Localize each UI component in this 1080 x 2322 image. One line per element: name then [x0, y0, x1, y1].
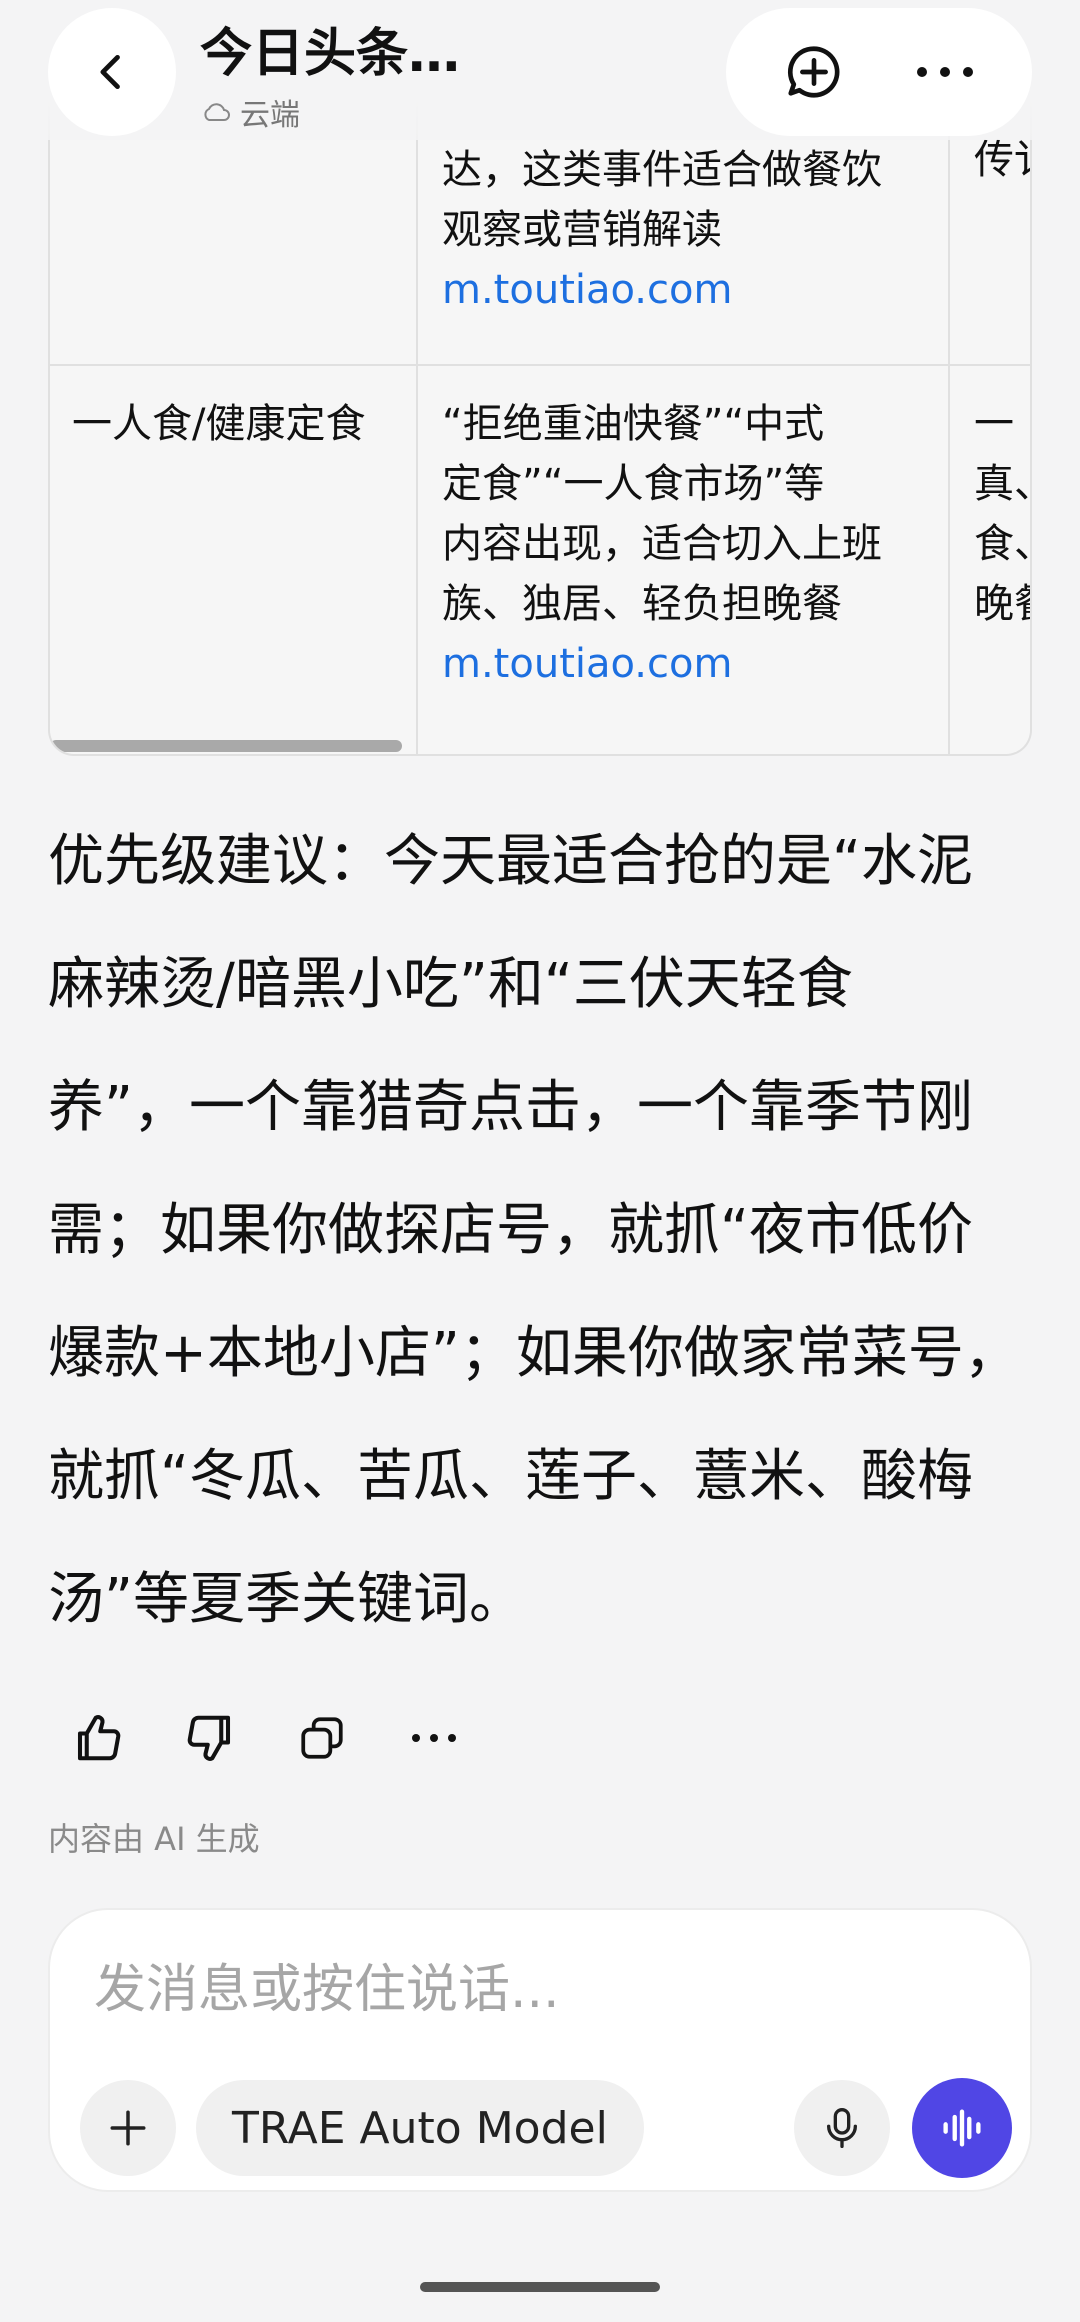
more-button[interactable]: [905, 32, 985, 112]
sound-wave-icon: [943, 2109, 981, 2147]
message-actions: [70, 1710, 462, 1766]
table-cell: 一人食/健康定食: [50, 366, 418, 754]
cell-text-line: 真、: [974, 461, 1030, 507]
cell-text-line: 食、: [974, 521, 1030, 567]
table-cell: 一 真、 食、 晚餐: [952, 366, 1030, 754]
cell-text-line: 晚餐: [974, 581, 1030, 627]
message-line: 麻辣烫/暗黑小吃”和“三伏天轻食: [48, 952, 853, 1017]
microphone-icon: [827, 2108, 857, 2148]
chat-title: 今日头条…: [200, 24, 461, 84]
top-bar: 今日头条… 云端: [0, 0, 1080, 140]
assistant-message-text: 优先级建议：今天最适合抢的是“水泥 麻辣烫/暗黑小吃”和“三伏天轻食 养”，一个…: [48, 800, 1038, 1661]
more-horizontal-icon: [916, 67, 973, 77]
thumbs-up-button[interactable]: [70, 1710, 126, 1766]
model-selector[interactable]: TRAE Auto Model: [196, 2080, 644, 2176]
chevron-left-icon: [100, 54, 120, 90]
message-input[interactable]: [94, 1950, 974, 2030]
table-cell: “拒绝重油快餐”“中式 定食”“一人食市场”等 内容出现，适合切入上班 族、独居…: [420, 366, 950, 754]
cloud-icon: [204, 103, 230, 121]
source-link[interactable]: m.toutiao.com: [442, 260, 926, 320]
message-composer: TRAE Auto Model: [48, 1908, 1032, 2192]
new-chat-button[interactable]: [774, 32, 854, 112]
more-actions-button[interactable]: [406, 1710, 462, 1766]
cell-text-line: 一: [974, 401, 1014, 447]
more-horizontal-icon: [412, 1734, 456, 1742]
result-table[interactable]: 达，这类事件适合做餐饮 观察或营销解读 m.toutiao.com 传讠 一人食…: [48, 100, 1032, 756]
ai-generated-note: 内容由 AI 生成: [48, 1820, 260, 1858]
cell-text-line: 观察或营销解读: [442, 207, 722, 253]
attach-button[interactable]: [80, 2080, 176, 2176]
chat-page: 达，这类事件适合做餐饮 观察或营销解读 m.toutiao.com 传讠 一人食…: [0, 0, 1080, 2322]
copy-button[interactable]: [294, 1710, 350, 1766]
message-line: 养”，一个靠猎奇点击，一个靠季节刚: [48, 1075, 974, 1140]
thumbs-down-icon: [187, 1715, 231, 1761]
chat-title-block: 今日头条… 云端: [200, 20, 460, 134]
thumbs-down-button[interactable]: [182, 1710, 238, 1766]
message-line: 爆款+本地小店”；如果你做家常菜号，: [48, 1321, 1020, 1386]
cell-text-line: “拒绝重油快餐”“中式: [442, 401, 825, 447]
home-indicator[interactable]: [420, 2282, 660, 2292]
message-line: 汤”等夏季关键词。: [48, 1567, 526, 1632]
thumbs-up-icon: [77, 1715, 121, 1761]
plus-icon: [110, 2110, 146, 2146]
copy-icon: [301, 1717, 343, 1759]
microphone-button[interactable]: [794, 2080, 890, 2176]
message-line: 优先级建议：今天最适合抢的是“水泥: [48, 829, 974, 894]
table-horizontal-scrollbar[interactable]: [50, 740, 402, 752]
voice-call-button[interactable]: [912, 2078, 1012, 2178]
chat-subtitle: 云端: [200, 90, 460, 134]
back-button[interactable]: [48, 8, 176, 136]
message-line: 需；如果你做探店号，就抓“夜市低价: [48, 1198, 974, 1263]
new-chat-icon: [787, 46, 839, 98]
cell-text-line: 内容出现，适合切入上班: [442, 521, 882, 567]
cell-text-line: 族、独居、轻负担晚餐: [442, 581, 842, 627]
subtitle-label: 云端: [240, 98, 300, 133]
message-line: 就抓“冬瓜、苦瓜、莲子、薏米、酸梅: [48, 1444, 974, 1509]
header-actions: [726, 8, 1032, 136]
cell-text-line: 定食”“一人食市场”等: [442, 461, 825, 507]
cell-text-line: 达，这类事件适合做餐饮: [442, 147, 882, 193]
source-link[interactable]: m.toutiao.com: [442, 634, 926, 694]
table-row: 一人食/健康定食 “拒绝重油快餐”“中式 定食”“一人食市场”等 内容出现，适合…: [50, 366, 1030, 754]
